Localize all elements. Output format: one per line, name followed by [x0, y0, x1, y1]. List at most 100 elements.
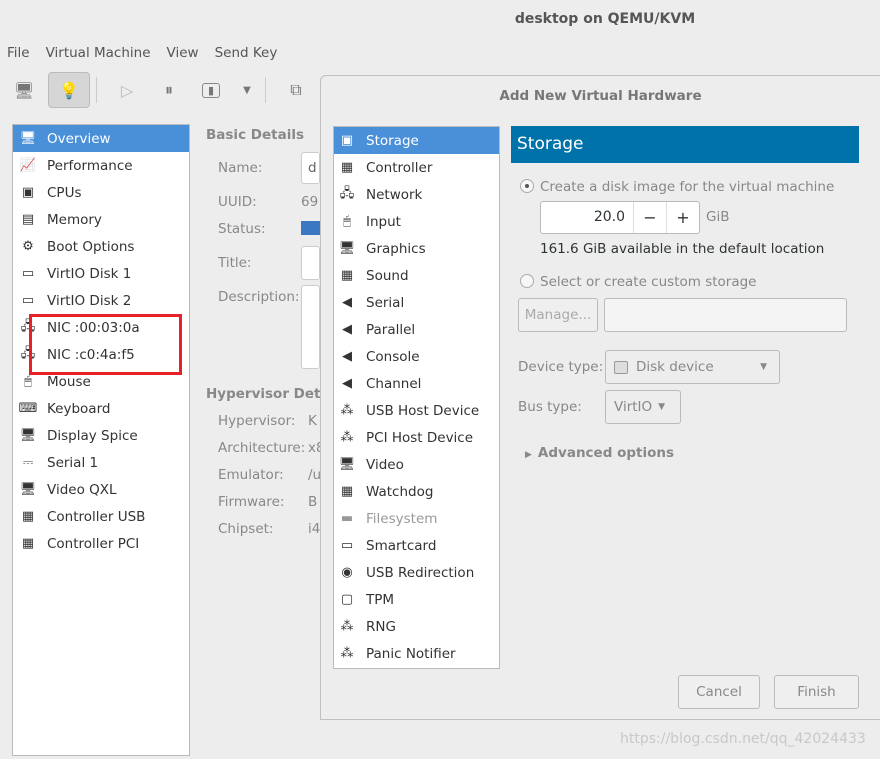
hardware-type-item[interactable]: 🖱 Input: [334, 208, 499, 235]
menu-send-key[interactable]: Send Key: [215, 40, 278, 66]
cpu-icon: ▣: [21, 185, 35, 200]
hardware-type-label: TPM: [366, 591, 395, 608]
sidebar-item-label: Controller USB: [47, 508, 146, 525]
hardware-type-item[interactable]: ◀ Console: [334, 343, 499, 370]
pause-icon: ⏸: [164, 80, 173, 99]
sidebar-item[interactable]: ▤ Memory: [13, 206, 189, 233]
hypervisor-row-value: x8: [308, 440, 320, 456]
basic-details-title: Basic Details: [206, 127, 304, 143]
sidebar-item[interactable]: ⎓ Serial 1: [13, 449, 189, 476]
controller-icon: ▦: [21, 536, 35, 551]
sidebar-item[interactable]: ⌨ Keyboard: [13, 395, 189, 422]
hardware-type-label: USB Redirection: [366, 564, 475, 581]
size-unit: GiB: [706, 209, 730, 225]
hardware-type-item[interactable]: ◉ USB Redirection: [334, 559, 499, 586]
hardware-type-item[interactable]: ◀ Serial: [334, 289, 499, 316]
hardware-type-label: Storage: [366, 132, 419, 149]
hardware-type-item[interactable]: 🖥 Graphics: [334, 235, 499, 262]
console-button[interactable]: 🖥: [6, 72, 42, 108]
shutdown-menu-button[interactable]: ▼: [235, 72, 259, 108]
sidebar-item[interactable]: ▭ VirtIO Disk 2: [13, 287, 189, 314]
window-title: desktop on QEMU/KVM: [514, 11, 696, 27]
hypervisor-row-label: Chipset:: [218, 521, 274, 537]
hardware-type-item[interactable]: ▦ Controller: [334, 154, 499, 181]
create-disk-radio[interactable]: Create a disk image for the virtual mach…: [520, 179, 834, 195]
sidebar-item[interactable]: 🖥 Overview: [13, 125, 189, 152]
menu-virtual-machine[interactable]: Virtual Machine: [46, 40, 151, 66]
title-input[interactable]: [301, 246, 320, 280]
hardware-type-item[interactable]: 🖥 Video: [334, 451, 499, 478]
menu-view[interactable]: View: [167, 40, 199, 66]
status-running-icon: [301, 221, 320, 235]
details-button[interactable]: 💡: [48, 72, 90, 108]
fullscreen-button[interactable]: ⧉: [278, 72, 314, 108]
sidebar-item[interactable]: ▭ VirtIO Disk 1: [13, 260, 189, 287]
smartcard-icon: ▭: [340, 538, 354, 553]
hardware-type-item[interactable]: ⁂ RNG: [334, 613, 499, 640]
hardware-type-label: Parallel: [366, 321, 416, 338]
sidebar-item[interactable]: 🖥 Video QXL: [13, 476, 189, 503]
performance-icon: 📈: [19, 158, 37, 173]
sidebar-item-label: Memory: [47, 211, 102, 228]
hardware-type-label: Watchdog: [366, 483, 434, 500]
sidebar-item-label: Overview: [47, 130, 111, 147]
device-type-combo[interactable]: Disk device ▼: [605, 350, 780, 384]
hardware-type-item[interactable]: ▦ Watchdog: [334, 478, 499, 505]
mouse-icon: 🖱: [343, 214, 351, 229]
monitor-icon: 🖥: [13, 80, 35, 100]
dialog-title: Add New Virtual Hardware: [499, 88, 702, 104]
hardware-type-item[interactable]: 🖧 Network: [334, 181, 499, 208]
description-label: Description:: [218, 289, 300, 305]
pause-button[interactable]: ⏸: [151, 72, 187, 108]
device-type-label: Device type:: [518, 359, 604, 375]
hardware-type-item[interactable]: ▢ TPM: [334, 586, 499, 613]
sidebar-item[interactable]: ⚙ Boot Options: [13, 233, 189, 260]
sidebar-item[interactable]: ▦ Controller PCI: [13, 530, 189, 557]
bus-type-combo[interactable]: VirtIO ▼: [605, 390, 681, 424]
sidebar-item-label: Controller PCI: [47, 535, 140, 552]
hardware-type-item[interactable]: ◀ Channel: [334, 370, 499, 397]
hardware-type-item[interactable]: ▬ Filesystem: [334, 505, 499, 532]
hardware-type-item[interactable]: ⁂ PCI Host Device: [334, 424, 499, 451]
sidebar-item[interactable]: 📈 Performance: [13, 152, 189, 179]
hardware-type-item[interactable]: ▣ Storage: [334, 127, 499, 154]
sidebar-item[interactable]: ▣ CPUs: [13, 179, 189, 206]
play-icon: ▷: [120, 80, 134, 100]
hardware-sidebar: 🖥 Overview 📈 Performance ▣ CPUs ▤ Memory ⚙ Boot O…: [12, 124, 190, 756]
hardware-type-label: Video: [366, 456, 404, 473]
custom-storage-radio[interactable]: Select or create custom storage: [520, 274, 756, 290]
hypervisor-details-title: Hypervisor Details: [206, 386, 320, 402]
sidebar-item-label: CPUs: [47, 184, 82, 201]
cancel-button[interactable]: Cancel: [678, 675, 760, 709]
hypervisor-row-value: i4: [308, 521, 320, 537]
description-input[interactable]: [301, 285, 320, 369]
disk-icon: ▭: [21, 266, 35, 281]
radio-unselected-icon: [520, 274, 534, 288]
menu-file[interactable]: File: [7, 40, 30, 66]
sidebar-item[interactable]: ▦ Controller USB: [13, 503, 189, 530]
sidebar-item-label: Boot Options: [47, 238, 135, 255]
device-type-value: Disk device: [636, 359, 714, 375]
chevron-down-icon: ▼: [243, 84, 251, 96]
decrement-button[interactable]: −: [633, 202, 666, 233]
controller-icon: ▦: [21, 509, 35, 524]
manage-button[interactable]: Manage...: [518, 298, 598, 332]
hardware-type-item[interactable]: ▦ Sound: [334, 262, 499, 289]
advanced-options-expander[interactable]: ▶ Advanced options: [525, 445, 674, 461]
shutdown-button[interactable]: ▮: [193, 72, 229, 108]
hardware-type-item[interactable]: ⁂ Panic Notifier: [334, 640, 499, 667]
finish-button[interactable]: Finish: [774, 675, 859, 709]
device-icon: ⁂: [340, 619, 354, 634]
watermark: https://blog.csdn.net/qq_42024433: [620, 731, 866, 747]
sidebar-item[interactable]: 🖥 Display Spice: [13, 422, 189, 449]
disk-size-input[interactable]: 20.0: [541, 202, 633, 233]
hardware-type-item[interactable]: ▭ Smartcard: [334, 532, 499, 559]
name-input[interactable]: d: [301, 152, 320, 184]
device-icon: ⁂: [340, 403, 354, 418]
storage-path-input[interactable]: [604, 298, 847, 332]
hardware-type-item[interactable]: ◀ Parallel: [334, 316, 499, 343]
monitor-icon: 🖥: [338, 457, 356, 472]
increment-button[interactable]: +: [666, 202, 699, 233]
run-button[interactable]: ▷: [109, 72, 145, 108]
hardware-type-item[interactable]: ⁂ USB Host Device: [334, 397, 499, 424]
